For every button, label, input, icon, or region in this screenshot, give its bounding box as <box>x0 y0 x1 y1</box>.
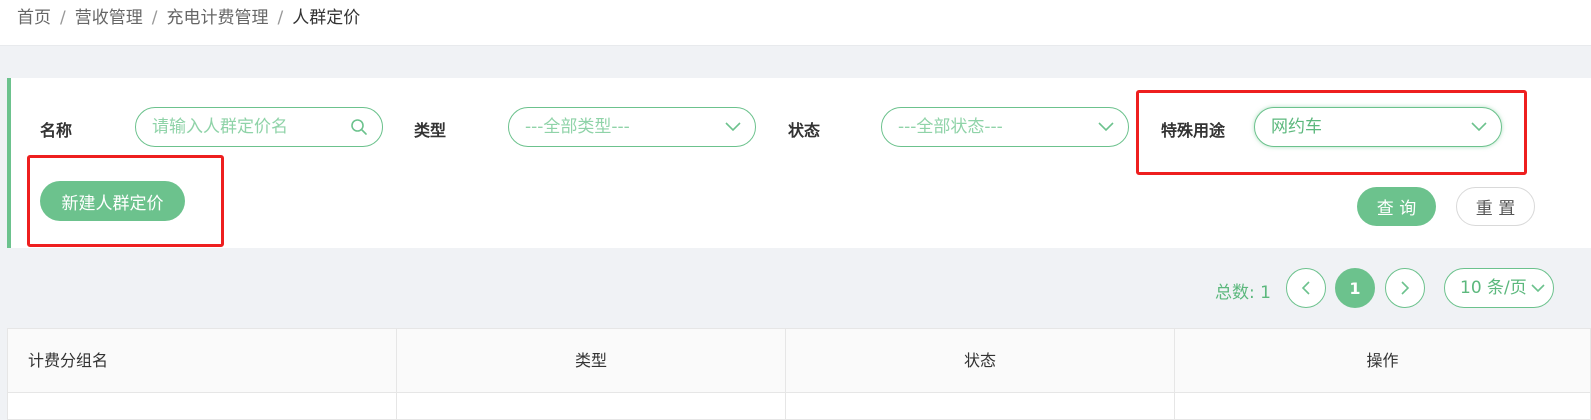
breadcrumb-item-current: 人群定价 <box>292 8 361 28</box>
reset-button[interactable]: 重 置 <box>1456 187 1535 226</box>
pricing-table: 计费分组名 类型 状态 操作 <box>7 328 1591 420</box>
column-header-type: 类型 <box>397 329 786 393</box>
chevron-down-icon <box>1531 269 1545 307</box>
search-icon[interactable] <box>350 108 368 146</box>
special-purpose-value: 网约车 <box>1271 117 1322 137</box>
pagination-total: 总数: 1 <box>1215 283 1271 303</box>
status-select-value: ---全部状态--- <box>898 117 1003 137</box>
breadcrumb-item-revenue[interactable]: 营收管理 <box>75 8 143 28</box>
breadcrumb-item-charging-billing[interactable]: 充电计费管理 <box>166 8 268 28</box>
table-cell <box>397 393 786 420</box>
filter-panel <box>7 78 1591 248</box>
chevron-down-icon <box>725 108 741 146</box>
breadcrumb-separator: / <box>277 8 284 28</box>
name-input-placeholder: 请输入人群定价名 <box>152 117 288 137</box>
breadcrumb-item-home[interactable]: 首页 <box>17 8 51 28</box>
column-header-actions: 操作 <box>1366 351 1399 370</box>
next-page-button[interactable] <box>1385 268 1425 308</box>
table-header: 计费分组名 类型 状态 操作 <box>8 329 1590 393</box>
type-label: 类型 <box>414 121 447 140</box>
chevron-right-icon <box>1401 281 1410 295</box>
prev-page-button[interactable] <box>1286 268 1326 308</box>
type-select-value: ---全部类型--- <box>525 117 630 137</box>
table-cell <box>8 393 397 420</box>
chevron-left-icon <box>1301 281 1310 295</box>
chevron-down-icon <box>1098 108 1114 146</box>
status-label: 状态 <box>788 121 821 140</box>
special-purpose-label: 特殊用途 <box>1161 121 1226 140</box>
table-cell <box>786 393 1175 420</box>
column-header-status: 状态 <box>786 329 1175 393</box>
page-size-select[interactable]: 10 条/页 <box>1444 268 1554 308</box>
page-number-current[interactable]: 1 <box>1335 268 1375 308</box>
breadcrumb: 首页 / 营收管理 / 充电计费管理 / 人群定价 <box>17 3 360 28</box>
new-crowd-pricing-button[interactable]: 新建人群定价 <box>40 181 185 221</box>
table-row <box>8 393 1590 420</box>
query-button[interactable]: 查 询 <box>1357 187 1436 226</box>
breadcrumb-bar: 首页 / 营收管理 / 充电计费管理 / 人群定价 <box>0 0 1591 46</box>
breadcrumb-separator: / <box>151 8 158 28</box>
chevron-down-icon <box>1471 108 1487 146</box>
type-select[interactable]: ---全部类型--- <box>508 107 756 147</box>
page-size-value: 10 条/页 <box>1460 278 1527 298</box>
breadcrumb-separator: / <box>60 8 66 28</box>
column-header-group-name: 计费分组名 <box>8 329 397 393</box>
special-purpose-select[interactable]: 网约车 <box>1254 107 1502 147</box>
name-label: 名称 <box>40 121 73 140</box>
status-select[interactable]: ---全部状态--- <box>881 107 1129 147</box>
name-search-input[interactable]: 请输入人群定价名 <box>135 107 383 147</box>
